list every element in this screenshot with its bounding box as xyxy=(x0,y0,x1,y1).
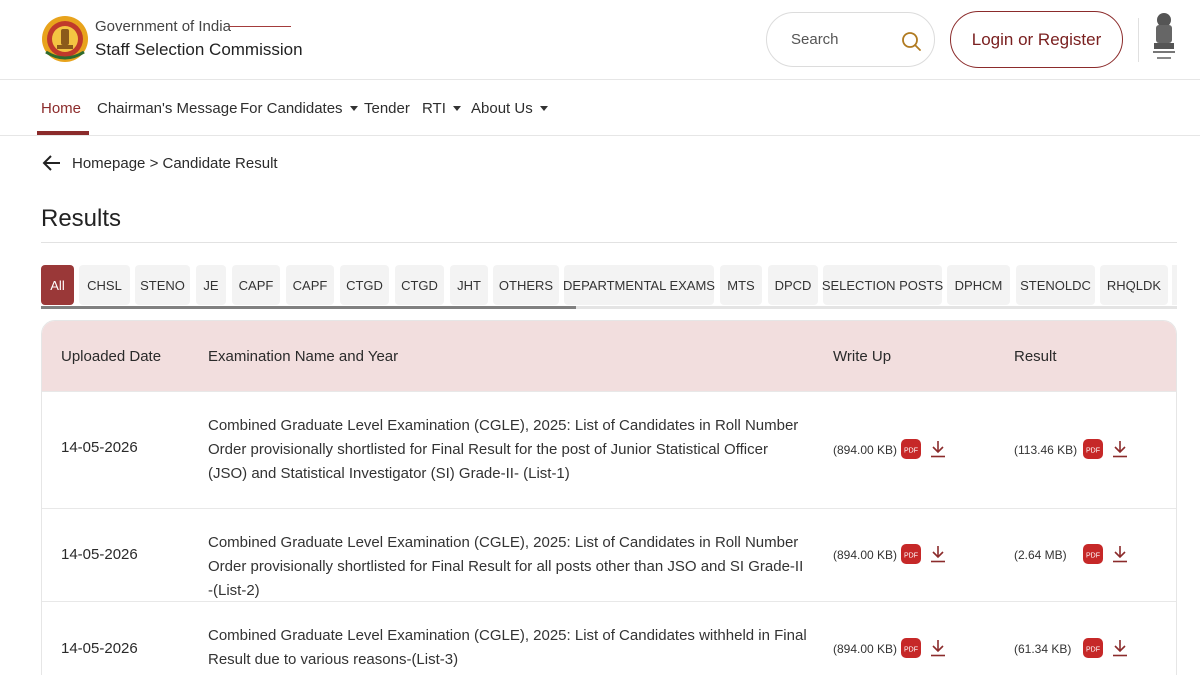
row-exam-name[interactable]: Combined Graduate Level Examination (CGL… xyxy=(208,531,808,603)
result-file-size: (113.46 KB) xyxy=(1014,443,1078,457)
tab-ctgd-2[interactable]: CTGD xyxy=(395,265,444,305)
tab-all[interactable]: All xyxy=(41,265,74,305)
page-title: Results xyxy=(41,205,122,232)
search-box[interactable] xyxy=(766,12,935,67)
tab-jht[interactable]: JHT xyxy=(450,265,488,305)
login-register-button[interactable]: Login or Register xyxy=(950,11,1123,68)
pdf-icon[interactable]: PDF xyxy=(1082,438,1104,460)
active-nav-indicator xyxy=(37,131,89,135)
nav-item-label: RTI xyxy=(422,99,446,117)
breadcrumb-separator: > xyxy=(149,155,159,172)
writeup-file-size: (894.00 KB) xyxy=(833,443,898,457)
table-row: 14-05-2026 Combined Graduate Level Exami… xyxy=(42,508,1176,603)
pdf-icon[interactable]: PDF xyxy=(1082,543,1104,565)
result-file-size: (61.34 KB) xyxy=(1014,642,1072,656)
tab-chsl[interactable]: CHSL xyxy=(79,265,130,305)
nav-item-label: Tender xyxy=(364,99,410,117)
tab-rhqldk[interactable]: RHQLDK xyxy=(1100,265,1168,305)
svg-text:PDF: PDF xyxy=(904,553,918,560)
download-icon[interactable] xyxy=(930,639,946,657)
search-icon[interactable] xyxy=(900,30,922,52)
org-divider xyxy=(229,26,291,27)
tab-ctgd[interactable]: CTGD xyxy=(340,265,389,305)
svg-text:PDF: PDF xyxy=(904,647,918,654)
tab-mts[interactable]: MTS xyxy=(720,265,762,305)
caret-down-icon xyxy=(452,105,461,111)
row-exam-name[interactable]: Combined Graduate Level Examination (CGL… xyxy=(208,624,808,672)
nav-item-label: For Candidates xyxy=(240,99,343,117)
nav-item-chairmans-message[interactable]: Chairman's Message xyxy=(97,80,237,136)
search-input[interactable] xyxy=(791,31,891,48)
download-icon[interactable] xyxy=(1112,639,1128,657)
ssc-logo-icon[interactable] xyxy=(40,14,90,64)
pdf-icon[interactable]: PDF xyxy=(900,543,922,565)
pdf-icon[interactable]: PDF xyxy=(1082,637,1104,659)
header-write-up: Write Up xyxy=(833,347,892,365)
table-row: 14-05-2026 Combined Graduate Level Exami… xyxy=(42,601,1176,675)
national-emblem-icon xyxy=(1153,13,1175,59)
download-icon[interactable] xyxy=(930,545,946,563)
writeup-file-size: (894.00 KB) xyxy=(833,642,898,656)
breadcrumb-current: Candidate Result xyxy=(162,155,278,172)
breadcrumb-home-link[interactable]: Homepage xyxy=(72,155,145,172)
row-date: 14-05-2026 xyxy=(61,546,138,563)
tab-dphcm[interactable]: DPHCM xyxy=(947,265,1010,305)
svg-text:PDF: PDF xyxy=(1086,647,1100,654)
result-file-size: (2.64 MB) xyxy=(1014,548,1067,562)
table-row: 14-05-2026 Combined Graduate Level Exami… xyxy=(42,391,1176,508)
table-header: Uploaded Date Examination Name and Year … xyxy=(42,321,1176,391)
pdf-icon[interactable]: PDF xyxy=(900,438,922,460)
nav-item-for-candidates[interactable]: For Candidates xyxy=(240,80,358,136)
pdf-icon[interactable]: PDF xyxy=(900,637,922,659)
header-uploaded-date: Uploaded Date xyxy=(61,347,162,365)
nav-item-label: About Us xyxy=(471,99,533,117)
svg-text:PDF: PDF xyxy=(1086,553,1100,560)
tab-capf-2[interactable]: CAPF xyxy=(286,265,334,305)
nav-item-label: Home xyxy=(41,99,82,117)
caret-down-icon xyxy=(349,105,358,111)
download-icon[interactable] xyxy=(1112,440,1128,458)
tab-selection-posts[interactable]: SELECTION POSTS xyxy=(822,265,943,305)
header-exam-name: Examination Name and Year xyxy=(208,347,399,365)
tab-capf[interactable]: CAPF xyxy=(232,265,280,305)
org-subtitle: Government of India xyxy=(95,18,231,35)
title-divider xyxy=(41,242,1177,243)
org-title: Staff Selection Commission xyxy=(95,40,303,59)
tab-overflow-edge xyxy=(1172,265,1177,305)
svg-text:PDF: PDF xyxy=(1086,448,1100,455)
tab-stenoldc[interactable]: STENOLDC xyxy=(1016,265,1095,305)
writeup-file-size: (894.00 KB) xyxy=(833,548,898,562)
back-arrow-icon[interactable] xyxy=(42,153,62,173)
row-exam-name[interactable]: Combined Graduate Level Examination (CGL… xyxy=(208,414,808,486)
tabs-scrollbar-thumb[interactable] xyxy=(41,306,576,309)
tab-others[interactable]: OTHERS xyxy=(493,265,559,305)
nav-item-tender[interactable]: Tender xyxy=(364,80,410,136)
row-date: 14-05-2026 xyxy=(61,439,138,456)
tab-je[interactable]: JE xyxy=(196,265,226,305)
nav-item-about-us[interactable]: About Us xyxy=(471,80,548,136)
main-navigation: Home Chairman's Message For Candidates T… xyxy=(0,80,1200,136)
nav-item-rti[interactable]: RTI xyxy=(422,80,461,136)
results-table: Uploaded Date Examination Name and Year … xyxy=(41,320,1177,675)
svg-text:PDF: PDF xyxy=(904,448,918,455)
nav-item-home[interactable]: Home xyxy=(41,80,81,136)
site-header: Government of India Staff Selection Comm… xyxy=(0,0,1200,80)
header-divider xyxy=(1138,18,1139,62)
tab-dpcd[interactable]: DPCD xyxy=(768,265,818,305)
breadcrumb: Homepage > Candidate Result xyxy=(72,155,278,172)
download-icon[interactable] xyxy=(1112,545,1128,563)
nav-item-label: Chairman's Message xyxy=(97,99,238,117)
caret-down-icon xyxy=(539,105,548,111)
tab-steno[interactable]: STENO xyxy=(135,265,190,305)
row-date: 14-05-2026 xyxy=(61,640,138,657)
header-result: Result xyxy=(1014,347,1057,365)
download-icon[interactable] xyxy=(930,440,946,458)
tab-departmental-exams[interactable]: DEPARTMENTAL EXAMS xyxy=(563,265,715,305)
